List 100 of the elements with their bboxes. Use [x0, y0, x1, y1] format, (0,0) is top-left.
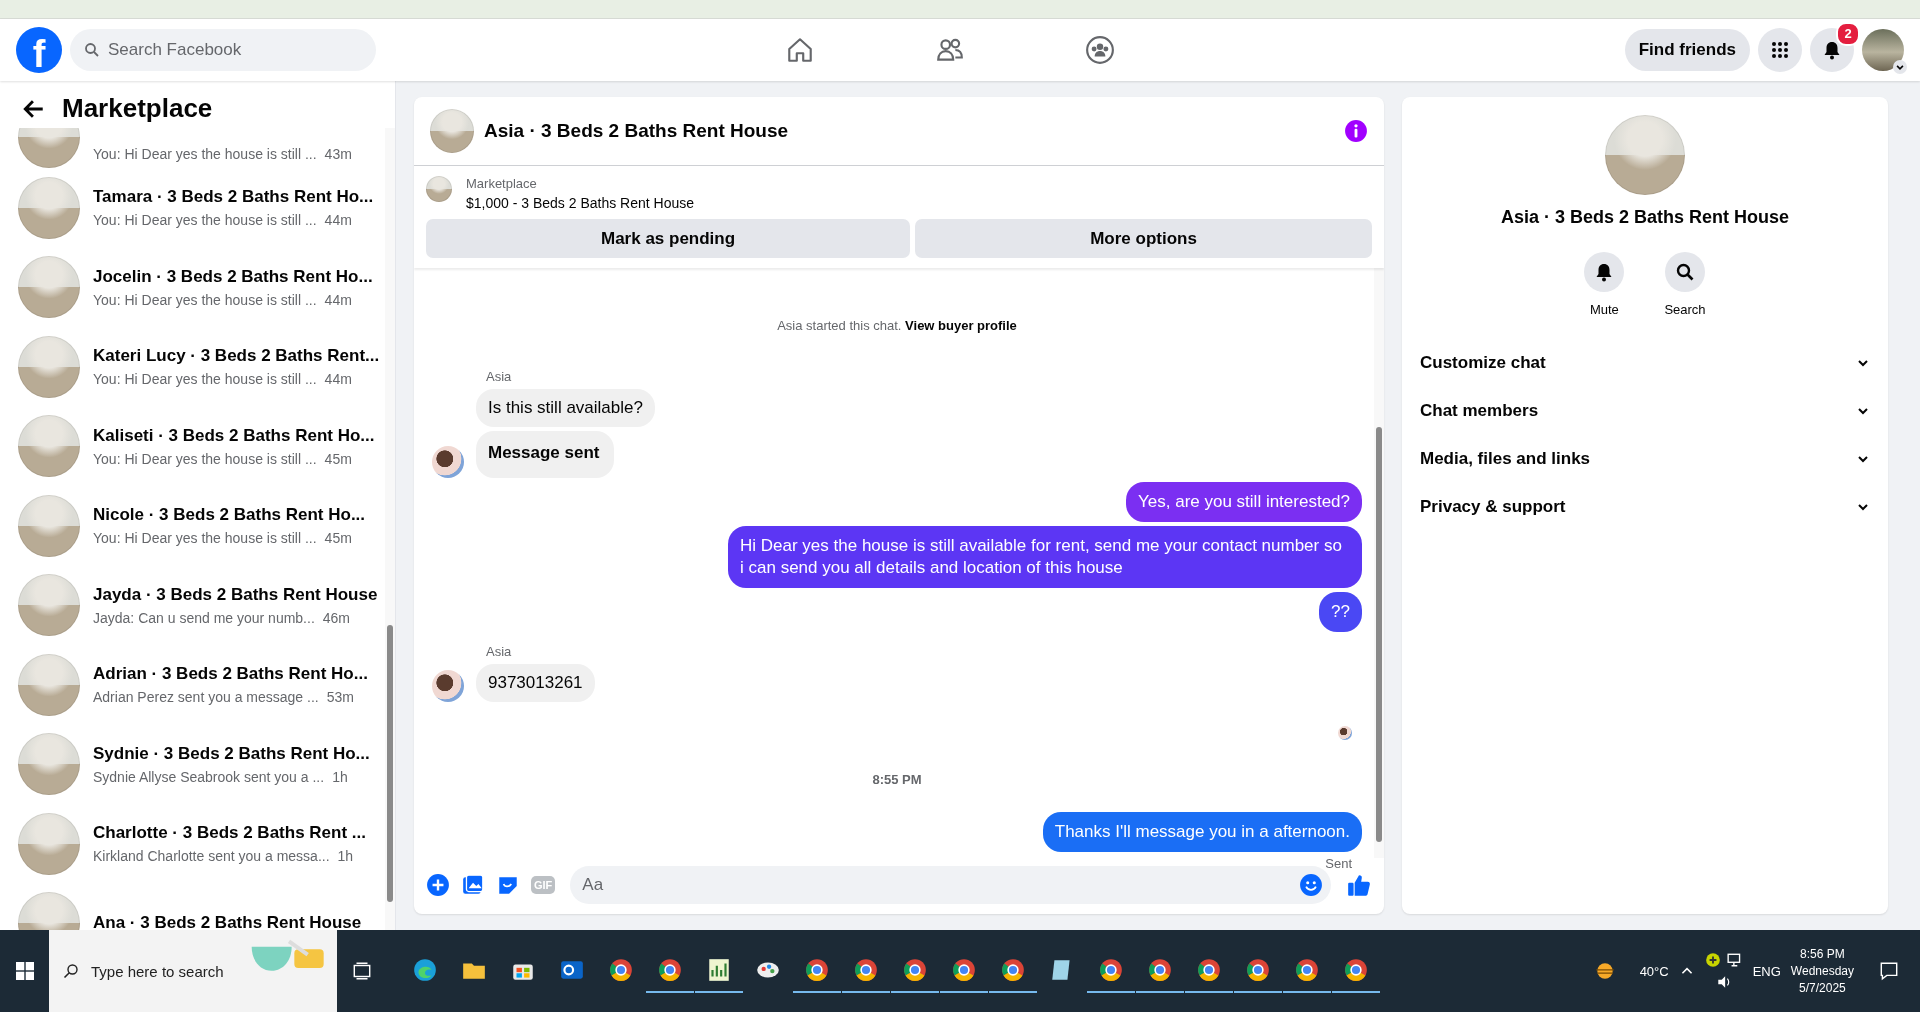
- message-time: 53m: [326, 689, 354, 706]
- conversation-name: Jayda · 3 Beds 2 Baths Rent House: [93, 584, 378, 605]
- section-header[interactable]: Media, files and links: [1420, 435, 1870, 483]
- network-icon[interactable]: [1726, 952, 1743, 968]
- search-field[interactable]: Search Facebook: [70, 29, 376, 71]
- message-bubble: Thanks I'll message you in a afternoon.: [1042, 812, 1362, 853]
- volume-icon[interactable]: [1715, 974, 1732, 990]
- system-message: Asia started this chat. View buyer profile: [776, 318, 1018, 333]
- task-view-icon[interactable]: [351, 960, 373, 982]
- message-preview: You: Hi Dear yes the house is still ...: [93, 291, 317, 308]
- search-icon: [1675, 262, 1695, 282]
- message-bubble: Yes, are you still interested?: [1126, 482, 1362, 523]
- action-button[interactable]: Mark as pending: [426, 219, 911, 258]
- conversation-name: Sydnie · 3 Beds 2 Baths Rent Ho...: [93, 743, 370, 764]
- temperature[interactable]: 40°C: [1639, 963, 1669, 979]
- conversation-item[interactable]: Kaliseti · 3 Beds 2 Baths Rent Ho... You: Hi Dear yes the house is still ... 45m: [18, 406, 385, 486]
- browser-icon: [1196, 957, 1222, 983]
- notification-badge: 2: [1836, 22, 1860, 46]
- plus-icon[interactable]: [426, 873, 450, 897]
- conversation-name: Tamara · 3 Beds 2 Baths Rent Ho...: [93, 187, 374, 208]
- browser-icon: [1000, 957, 1026, 983]
- bell-icon: [1822, 40, 1842, 60]
- conversation-item[interactable]: You: Hi Dear yes the house is still ... 43m: [18, 128, 385, 168]
- browser-icon: [804, 957, 830, 983]
- message-time: 44m: [324, 291, 352, 308]
- mute-button[interactable]: [1584, 252, 1625, 292]
- conversation-item[interactable]: Jayda · 3 Beds 2 Baths Rent House Jayda: Can u send me your numb... 46m: [18, 565, 385, 645]
- message-bubble: Hi Dear yes the house is still available for rent, send me your contact number so i can send you all details and location of this house: [728, 526, 1362, 589]
- chat-title: Asia · 3 Beds 2 Baths Rent House: [484, 120, 790, 142]
- conversation-item[interactable]: Sydnie · 3 Beds 2 Baths Rent Ho... Sydnie Allyse Seabrook sent you a ... 1h: [18, 724, 385, 804]
- message-time: 46m: [322, 609, 351, 626]
- conversation-name: Nicole · 3 Beds 2 Baths Rent Ho...: [93, 505, 366, 526]
- action-label: Search: [1664, 302, 1706, 317]
- conversation-item[interactable]: Charlotte · 3 Beds 2 Baths Rent ... Kirkland Charlotte sent you a messa... 1h: [18, 804, 385, 884]
- browser-icon: [608, 957, 634, 983]
- avatar[interactable]: [1862, 29, 1904, 71]
- listing-label: Marketplace: [466, 176, 538, 191]
- conversation-name: Charlotte · 3 Beds 2 Baths Rent ...: [93, 823, 366, 844]
- scrollbar[interactable]: [385, 128, 395, 930]
- message-time: 45m: [324, 450, 352, 467]
- message-preview: Adrian Perez sent you a message ...: [93, 689, 319, 706]
- timestamp: 8:55 PM: [872, 772, 922, 788]
- conversation-item[interactable]: Kateri Lucy · 3 Beds 2 Baths Rent... You: Hi Dear yes the house is still ... 44m: [18, 327, 385, 407]
- clock-time[interactable]: 8:56 PM: [1800, 947, 1845, 961]
- section-title: Customize chat: [1420, 353, 1546, 373]
- notification-icon[interactable]: [1878, 960, 1900, 982]
- sender-name: Asia: [486, 369, 512, 384]
- conversation-item[interactable]: Jocelin · 3 Beds 2 Baths Rent Ho... You: Hi Dear yes the house is still ... 44m: [18, 247, 385, 327]
- caret-icon[interactable]: [1893, 60, 1907, 74]
- conversation-name: Kateri Lucy · 3 Beds 2 Baths Rent...: [93, 346, 380, 367]
- browser-icon: [853, 957, 879, 983]
- image-icon[interactable]: [461, 873, 485, 897]
- language-indicator[interactable]: ENG: [1752, 963, 1781, 979]
- browser-icon: [951, 957, 977, 983]
- section-title: Chat members: [1420, 401, 1539, 421]
- avatar: [430, 109, 474, 153]
- browser-icon: [1147, 957, 1173, 983]
- logo[interactable]: f: [16, 27, 62, 73]
- info-icon[interactable]: [1344, 119, 1368, 143]
- browser-icon: [1294, 957, 1320, 983]
- conversation-item[interactable]: Adrian · 3 Beds 2 Baths Rent Ho... Adrian Perez sent you a message ... 53m: [18, 645, 385, 725]
- message-preview: You: Hi Dear yes the house is still ...: [93, 450, 317, 467]
- menu-button[interactable]: [1758, 28, 1802, 72]
- section-title: Privacy & support: [1420, 497, 1566, 517]
- taskbar-search-field[interactable]: Type here to search: [89, 961, 239, 981]
- read-receipt-avatar: [1338, 726, 1352, 741]
- message-preview: Jayda: Can u send me your numb...: [93, 609, 315, 626]
- message-time: 1h: [332, 768, 348, 785]
- message-preview: You: Hi Dear yes the house is still ...: [93, 146, 317, 162]
- search-button[interactable]: [1665, 252, 1705, 292]
- section-header[interactable]: Chat members: [1420, 387, 1870, 435]
- group-icon: [1085, 35, 1116, 65]
- section-header[interactable]: Customize chat: [1420, 339, 1870, 387]
- action-button[interactable]: More options: [915, 219, 1372, 258]
- conversation-name: Ana · 3 Beds 2 Baths Rent House: [93, 913, 362, 930]
- browser-icon: [657, 957, 683, 983]
- windows-logo-icon[interactable]: [16, 962, 34, 980]
- message-bubble: 9373013261: [476, 664, 595, 703]
- conversation-item[interactable]: Tamara · 3 Beds 2 Baths Rent Ho... You: Hi Dear yes the house is still ... 44m: [18, 168, 385, 248]
- section-header[interactable]: Privacy & support: [1420, 483, 1870, 531]
- find-friends-button[interactable]: Find friends: [1624, 29, 1750, 71]
- sender-name: Asia: [486, 644, 512, 660]
- browser-icon: [1098, 957, 1124, 983]
- message-preview: Kirkland Charlotte sent you a messa...: [93, 848, 330, 865]
- conversation-item[interactable]: Nicole · 3 Beds 2 Baths Rent Ho... You: Hi Dear yes the house is still ... 45m: [18, 486, 385, 566]
- message-bubble: Is this still available?: [476, 389, 655, 427]
- browser-icon: [902, 957, 928, 983]
- action-label: Mute: [1589, 302, 1619, 317]
- clock-day[interactable]: Wednesday: [1790, 964, 1854, 978]
- emoji-icon[interactable]: [1299, 873, 1323, 897]
- listing-title: $1,000 - 3 Beds 2 Baths Rent House: [466, 195, 695, 211]
- chart-sheet-icon: [706, 957, 732, 983]
- message-time: 43m: [324, 146, 352, 162]
- thumbs-up-icon[interactable]: [1346, 872, 1372, 898]
- plus-badge-icon[interactable]: [1704, 952, 1721, 968]
- browser-icon: [1245, 957, 1271, 983]
- weather-icon: [1593, 960, 1616, 982]
- scrollbar[interactable]: [1374, 268, 1384, 858]
- browser-icon: [1343, 957, 1369, 983]
- clock-date[interactable]: 5/7/2025: [1799, 981, 1846, 995]
